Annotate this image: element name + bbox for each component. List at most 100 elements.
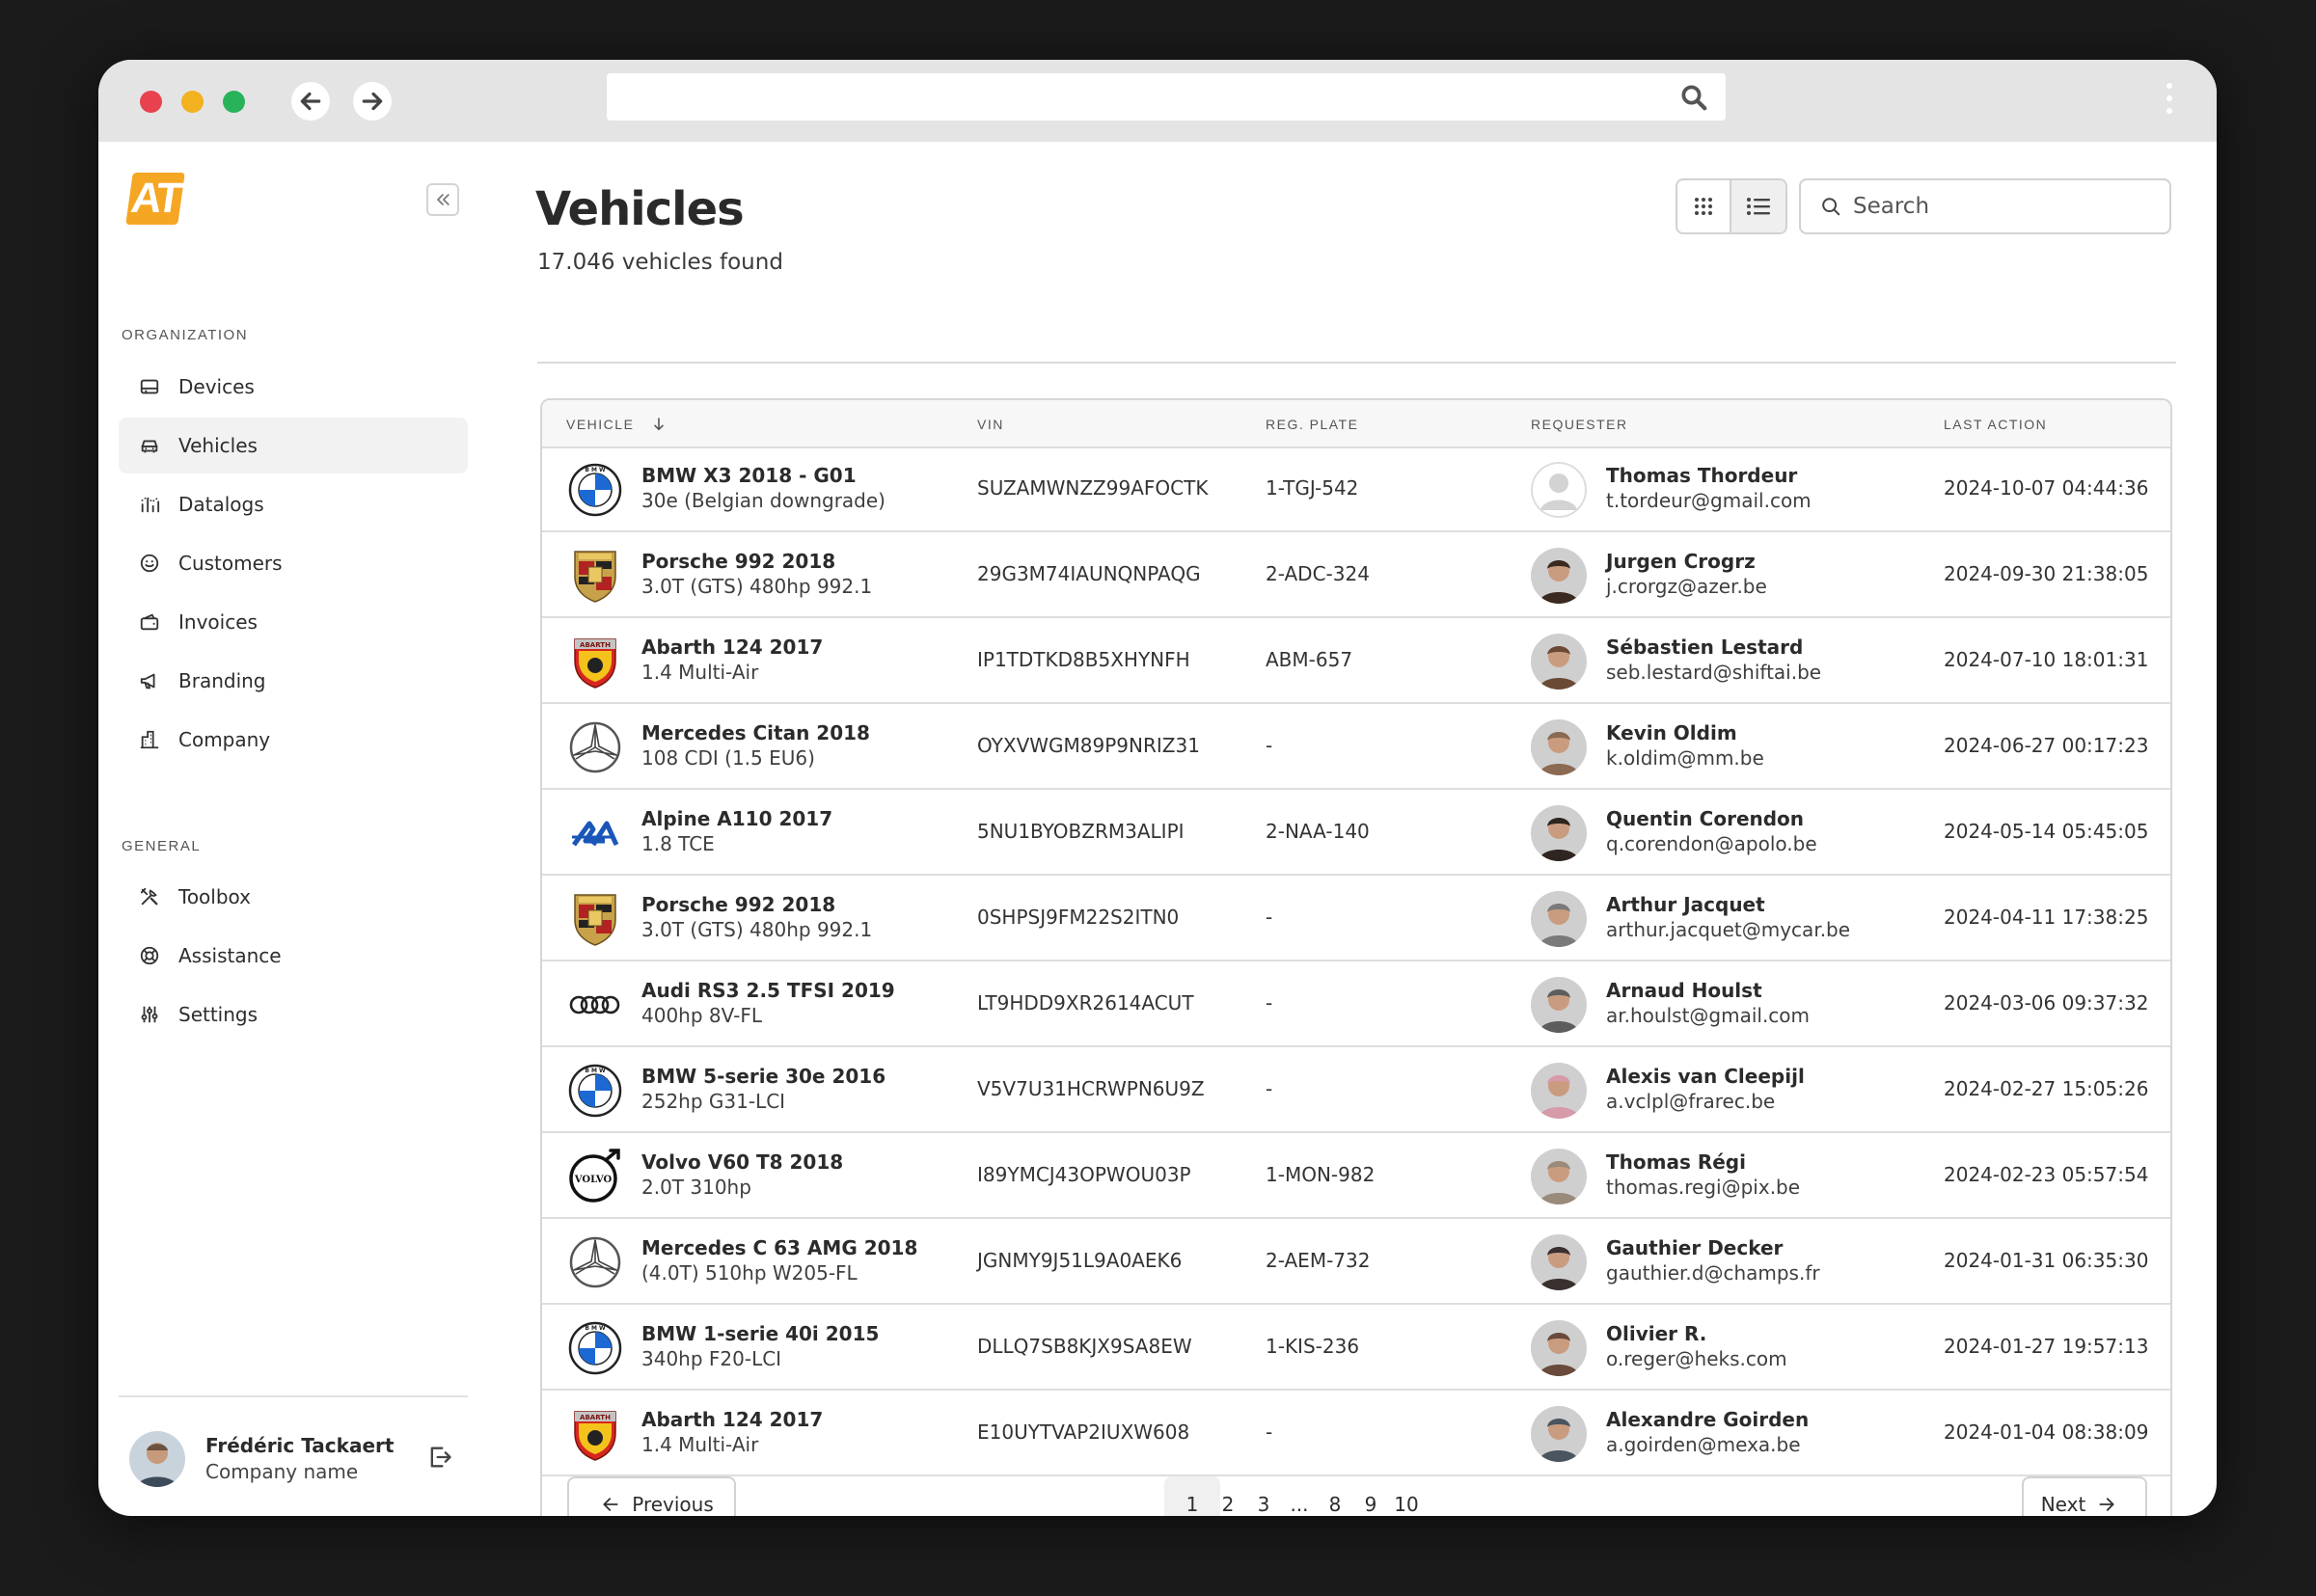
bmw-logo-icon: B M W	[567, 1063, 623, 1119]
close-window-button[interactable]	[140, 91, 162, 113]
avatar	[1531, 891, 1587, 947]
minimize-window-button[interactable]	[181, 91, 204, 113]
last-action-timestamp: 2024-06-27 00:17:23	[1944, 734, 2149, 757]
avatar	[1531, 719, 1587, 775]
collapse-sidebar-button[interactable]	[426, 183, 459, 216]
svg-text:B M W: B M W	[585, 467, 606, 473]
page-numbers: 1 2 3... 8 9 10	[1164, 1476, 1434, 1516]
user-company: Company name	[205, 1460, 359, 1483]
vehicle-name: Porsche 992 2018	[641, 550, 836, 573]
requester-name: Kevin Oldim	[1606, 721, 1737, 744]
grid-view-button[interactable]	[1677, 180, 1731, 232]
page-title: Vehicles	[535, 182, 745, 236]
user-name: Frédéric Tackaert	[205, 1434, 395, 1457]
table-row[interactable]: ABARTH Abarth 124 2017 1.4 Multi-Air IP1TDT…	[542, 620, 2170, 704]
address-bar[interactable]	[607, 73, 1726, 121]
table-row[interactable]: Mercedes Citan 2018 108 CDI (1.5 EU6) OYXV…	[542, 706, 2170, 790]
app-logo[interactable]: AT	[125, 173, 185, 225]
list-view-button[interactable]	[1731, 180, 1785, 232]
registration-plate: 1-MON-982	[1266, 1163, 1376, 1186]
requester-email: k.oldim@mm.be	[1606, 746, 1764, 770]
sidebar-item-settings[interactable]: Settings	[119, 987, 468, 1042]
registration-plate: -	[1266, 991, 1273, 1014]
avatar	[1531, 548, 1587, 604]
svg-text:B M W: B M W	[585, 1068, 606, 1074]
requester-email: seb.lestard@shiftai.be	[1606, 661, 1822, 684]
browser-forward-button[interactable]	[353, 82, 392, 121]
vehicle-variant: (4.0T) 510hp W205-FL	[641, 1261, 858, 1285]
sidebar-item-toolbox[interactable]: Toolbox	[119, 869, 468, 925]
requester-email: ar.houlst@gmail.com	[1606, 1004, 1811, 1027]
vehicle-variant: 1.4 Multi-Air	[641, 661, 759, 684]
previous-page-button[interactable]: Previous	[567, 1476, 736, 1516]
table-row[interactable]: Porsche 992 2018 3.0T (GTS) 480hp 992.1 0S…	[542, 878, 2170, 961]
sidebar-item-datalogs[interactable]: Datalogs	[119, 476, 468, 532]
table-row[interactable]: Alpine A110 2017 1.8 TCE 5NU1BYOBZRM3ALIPI…	[542, 792, 2170, 876]
table-row[interactable]: B M W BMW 5-serie 30e 2016 252hp G31-LCI V5…	[542, 1049, 2170, 1133]
sort-arrow-down-icon	[654, 418, 665, 431]
browser-back-button[interactable]	[291, 82, 330, 121]
arrow-left-icon	[601, 1495, 620, 1514]
page-number-10[interactable]: 10	[1378, 1476, 1434, 1516]
sidebar-item-company[interactable]: Company	[119, 712, 468, 768]
requester-name: Jurgen Crogrz	[1606, 550, 1756, 573]
maximize-window-button[interactable]	[223, 91, 245, 113]
sidebar-item-vehicles[interactable]: Vehicles	[119, 418, 468, 473]
requester-email: q.corendon@apolo.be	[1606, 832, 1817, 855]
table-row[interactable]: Mercedes C 63 AMG 2018 (4.0T) 510hp W205-…	[542, 1221, 2170, 1305]
sidebar-item-invoices[interactable]: Invoices	[119, 594, 468, 650]
registration-plate: 1-KIS-236	[1266, 1335, 1360, 1358]
table-row[interactable]: Audi RS3 2.5 TFSI 2019 400hp 8V-FL LT9HDD9…	[542, 963, 2170, 1047]
vehicle-name: Audi RS3 2.5 TFSI 2019	[641, 979, 895, 1002]
vehicle-name: Volvo V60 T8 2018	[641, 1150, 844, 1174]
table-row[interactable]: Porsche 992 2018 3.0T (GTS) 480hp 992.1 29…	[542, 534, 2170, 618]
vehicle-vin: OYXVWGM89P9NRIZ31	[977, 734, 1200, 757]
smile-icon	[138, 552, 161, 575]
vehicle-vin: 29G3M74IAUNQNPAQG	[977, 562, 1201, 585]
avatar	[1531, 977, 1587, 1033]
requester-name: Alexis van Cleepijl	[1606, 1065, 1805, 1088]
abarth-logo-icon: ABARTH	[567, 634, 623, 690]
vehicle-vin: 0SHPSJ9FM22S2ITN0	[977, 906, 1180, 929]
result-count: 17.046 vehicles found	[537, 250, 783, 275]
table-row[interactable]: B M W BMW X3 2018 - G01 30e (Belgian downg…	[542, 448, 2170, 532]
sidebar: AT ORGANIZATION Devices Vehicles Datalog…	[98, 142, 482, 1516]
sidebar-item-customers[interactable]: Customers	[119, 535, 468, 591]
requester-name: Alexandre Goirden	[1606, 1408, 1810, 1431]
requester-name: Quentin Corendon	[1606, 807, 1805, 830]
avatar	[1531, 805, 1587, 861]
avatar	[1531, 1063, 1587, 1119]
column-header-vin[interactable]: VIN	[977, 417, 1004, 432]
search-input[interactable]	[1853, 194, 2142, 219]
browser-menu-icon[interactable]	[2166, 83, 2172, 121]
sidebar-item-assistance[interactable]: Assistance	[119, 928, 468, 984]
logout-button[interactable]	[426, 1444, 453, 1474]
porsche-logo-icon	[567, 548, 623, 604]
building-icon	[138, 728, 161, 751]
vehicle-name: Porsche 992 2018	[641, 893, 836, 916]
table-row[interactable]: B M W BMW 1-serie 40i 2015 340hp F20-LCI DL…	[542, 1307, 2170, 1391]
user-profile[interactable]: Frédéric Tackaert Company name	[129, 1431, 457, 1489]
column-header-requester[interactable]: REQUESTER	[1531, 417, 1628, 432]
tools-icon	[138, 885, 161, 908]
column-header-vehicle[interactable]: VEHICLE	[566, 417, 667, 432]
column-header-last-action[interactable]: LAST ACTION	[1944, 417, 2047, 432]
bmw-logo-icon: B M W	[567, 1320, 623, 1376]
vehicles-table: VEHICLE VIN REG. PLATE REQUESTER LAST AC…	[540, 398, 2172, 1516]
column-header-plate[interactable]: REG. PLATE	[1266, 417, 1358, 432]
sidebar-item-devices[interactable]: Devices	[119, 359, 468, 415]
search-icon[interactable]	[1679, 83, 1708, 112]
table-row[interactable]: VOLVO Volvo V60 T8 2018 2.0T 310hp I89YMCJ4…	[542, 1135, 2170, 1219]
sidebar-item-branding[interactable]: Branding	[119, 653, 468, 709]
vehicle-variant: 3.0T (GTS) 480hp 992.1	[641, 918, 873, 941]
next-page-button[interactable]: Next	[2022, 1476, 2147, 1516]
requester-name: Arnaud Houlst	[1606, 979, 1762, 1002]
requester-email: t.tordeur@gmail.com	[1606, 489, 1812, 512]
vehicle-name: BMW 5-serie 30e 2016	[641, 1065, 886, 1088]
vehicle-name: Alpine A110 2017	[641, 807, 833, 830]
requester-email: o.reger@heks.com	[1606, 1347, 1787, 1370]
vehicle-vin: DLLQ7SB8KJX9SA8EW	[977, 1335, 1192, 1358]
registration-plate: -	[1266, 1420, 1273, 1444]
requester-name: Arthur Jacquet	[1606, 893, 1765, 916]
last-action-timestamp: 2024-01-31 06:35:30	[1944, 1249, 2149, 1272]
